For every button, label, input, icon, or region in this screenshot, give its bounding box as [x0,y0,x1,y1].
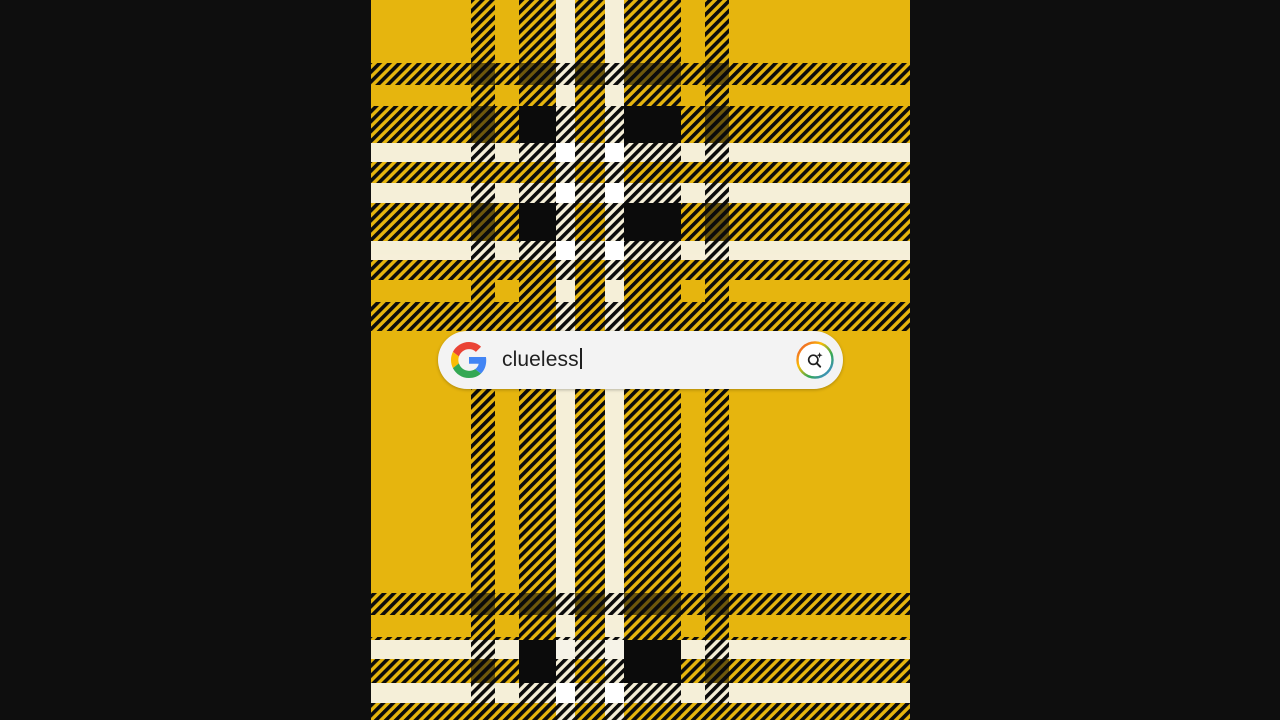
search-query-input[interactable]: clueless [502,331,582,389]
ai-lens-search-icon [796,341,834,379]
google-search-bar[interactable]: clueless [438,331,843,389]
google-g-logo-icon[interactable] [451,342,487,378]
search-query-text: clueless [502,348,579,371]
phone-screen: clueless [371,0,910,720]
text-caret [579,348,582,369]
screen-letterbox: clueless [0,0,1280,720]
ai-lens-search-button[interactable] [795,340,835,380]
